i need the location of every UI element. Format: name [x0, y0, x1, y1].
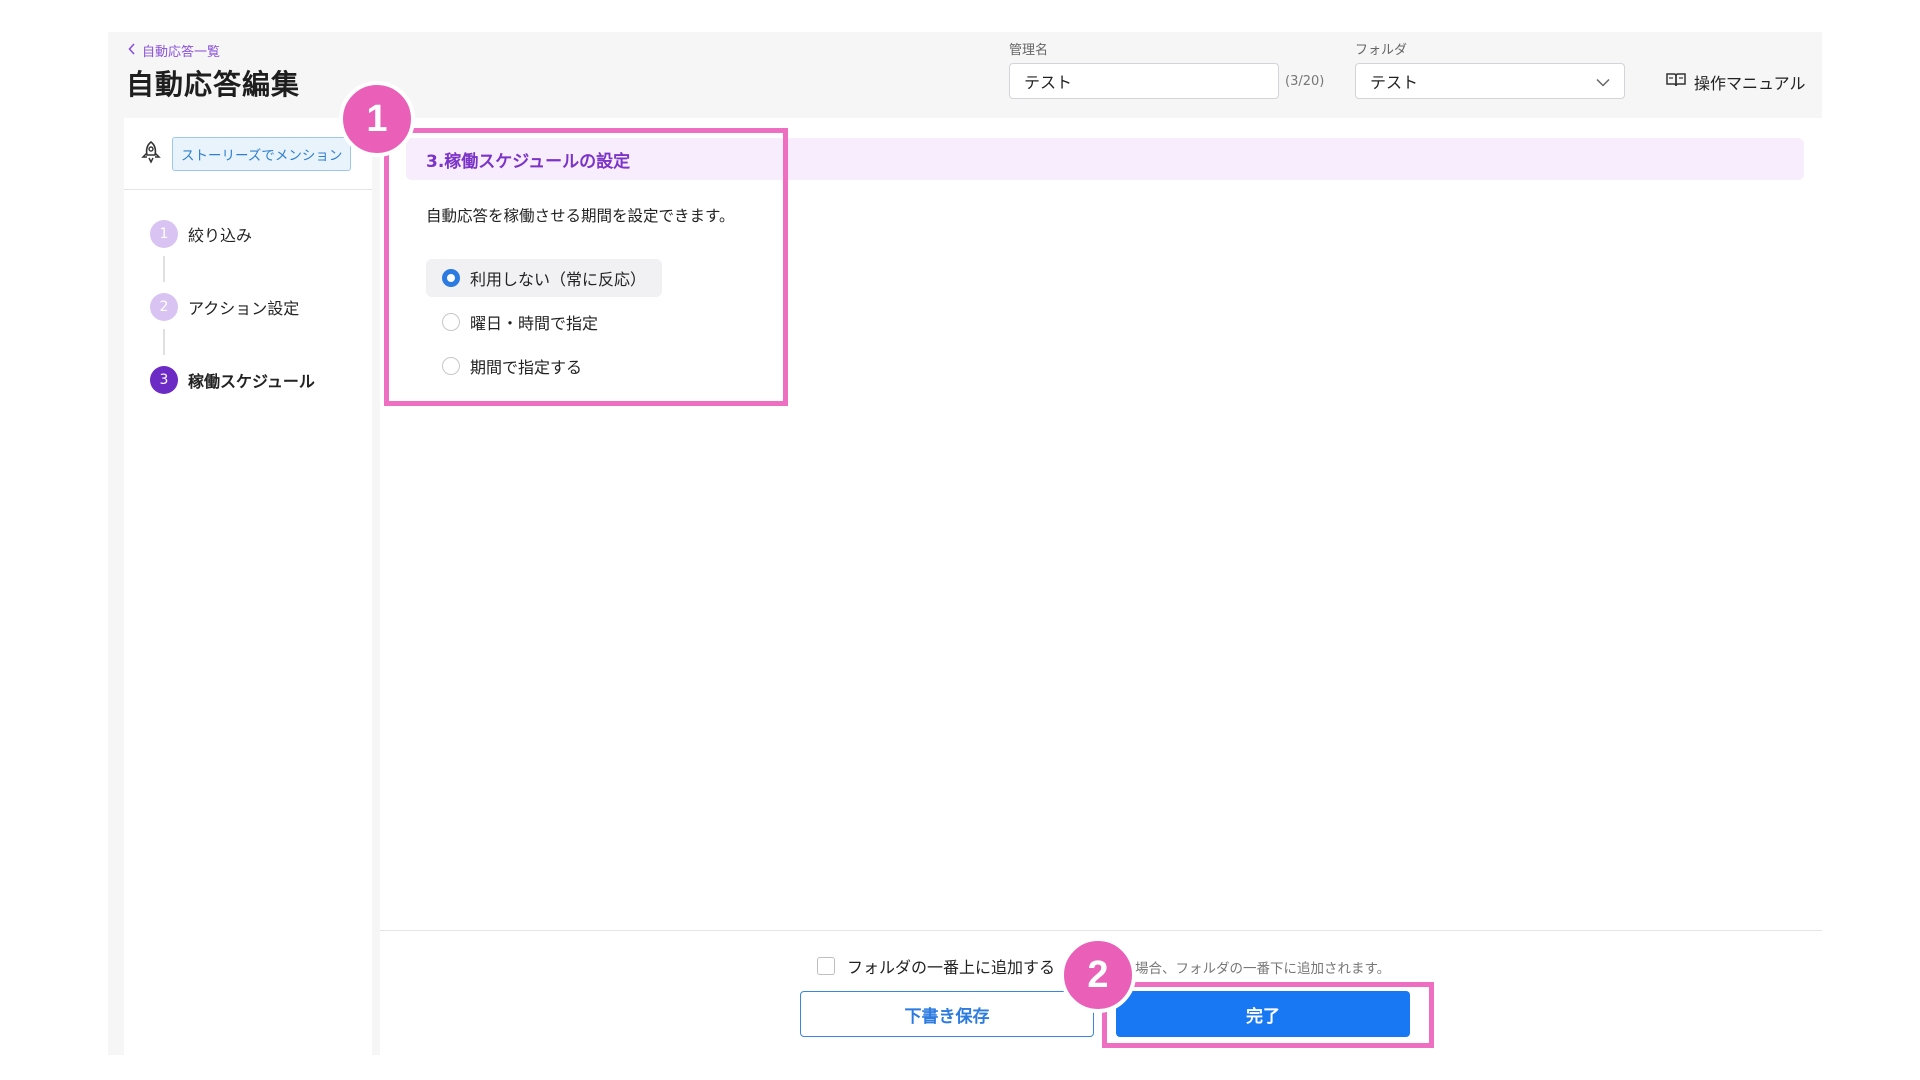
rocket-icon [140, 140, 162, 168]
step-action-settings[interactable]: 2 アクション設定 [150, 293, 299, 321]
step-connector [163, 256, 165, 282]
callout-badge-2: 2 [1060, 937, 1136, 1013]
highlight-box-complete [1102, 982, 1434, 1048]
save-draft-button[interactable]: 下書き保存 [800, 991, 1094, 1037]
add-to-top-checkbox[interactable] [817, 957, 835, 975]
callout-badge-1: 1 [339, 81, 415, 157]
name-char-counter: (3/20) [1285, 74, 1325, 89]
folder-field-label: フォルダ [1355, 43, 1408, 58]
book-icon [1666, 72, 1686, 92]
folder-select[interactable]: テスト [1355, 63, 1625, 99]
step-label: アクション設定 [188, 299, 300, 318]
back-link[interactable]: 自動応答一覧 [128, 41, 220, 60]
step-label: 稼働スケジュール [188, 372, 315, 391]
name-input[interactable] [1009, 63, 1279, 99]
step-connector [163, 329, 165, 355]
step-schedule[interactable]: 3 稼働スケジュール [150, 366, 315, 394]
chevron-left-icon [128, 42, 136, 59]
step-label: 絞り込み [188, 226, 253, 245]
add-to-top-checkbox-row[interactable]: フォルダの一番上に追加する [817, 954, 1055, 978]
page-title: 自動応答編集 [126, 68, 301, 101]
trigger-badge: ストーリーズでメンション [172, 136, 352, 171]
manual-link[interactable]: 操作マニュアル [1666, 70, 1806, 94]
back-link-label: 自動応答一覧 [142, 45, 221, 60]
folder-select-value: テスト [1370, 73, 1419, 92]
highlight-box-schedule [384, 128, 788, 406]
step-number: 1 [150, 220, 178, 248]
manual-label: 操作マニュアル [1694, 74, 1806, 93]
step-number: 2 [150, 293, 178, 321]
step-number: 3 [150, 366, 178, 394]
add-to-top-label: フォルダの一番上に追加する [847, 958, 1056, 977]
footer-hint: 場合、フォルダの一番下に追加されます。 [1135, 961, 1391, 977]
trigger-row: ストーリーズでメンション [124, 118, 372, 190]
step-filter[interactable]: 1 絞り込み [150, 220, 252, 248]
name-field-label: 管理名 [1009, 43, 1049, 58]
chevron-down-icon [1596, 72, 1610, 91]
left-step-panel: ストーリーズでメンション 1 絞り込み 2 アクション設定 3 稼働スケジュール [124, 118, 372, 1055]
